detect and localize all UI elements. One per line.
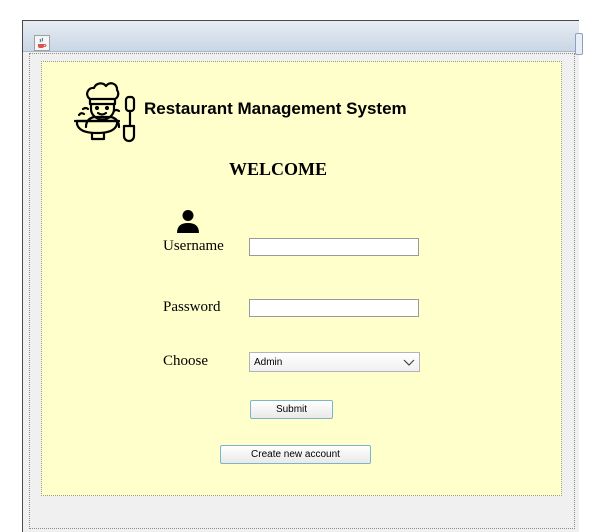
welcome-heading: WELCOME — [229, 159, 328, 179]
password-field[interactable] — [249, 299, 419, 317]
chevron-down-icon — [403, 359, 415, 366]
role-select-value: Admin — [254, 356, 283, 368]
user-silhouette-icon — [177, 210, 199, 233]
window-edge-button[interactable] — [575, 33, 583, 55]
application-window: Restaurant Management System WELCOME Use… — [22, 20, 583, 532]
submit-button[interactable]: Submit — [250, 400, 333, 419]
app-title: Restaurant Management System — [144, 99, 407, 118]
title-bar[interactable] — [23, 21, 583, 55]
login-panel: Restaurant Management System WELCOME Use… — [41, 61, 562, 496]
outer-panel: Restaurant Management System WELCOME Use… — [29, 53, 575, 529]
password-label: Password — [163, 299, 221, 315]
role-select[interactable]: Admin — [249, 352, 420, 372]
username-label: Username — [163, 238, 224, 254]
username-field[interactable] — [249, 238, 419, 256]
chef-cooking-icon — [74, 82, 136, 143]
create-account-button[interactable]: Create new account — [220, 445, 371, 464]
choose-label: Choose — [163, 353, 208, 369]
java-coffee-icon[interactable] — [34, 35, 50, 51]
